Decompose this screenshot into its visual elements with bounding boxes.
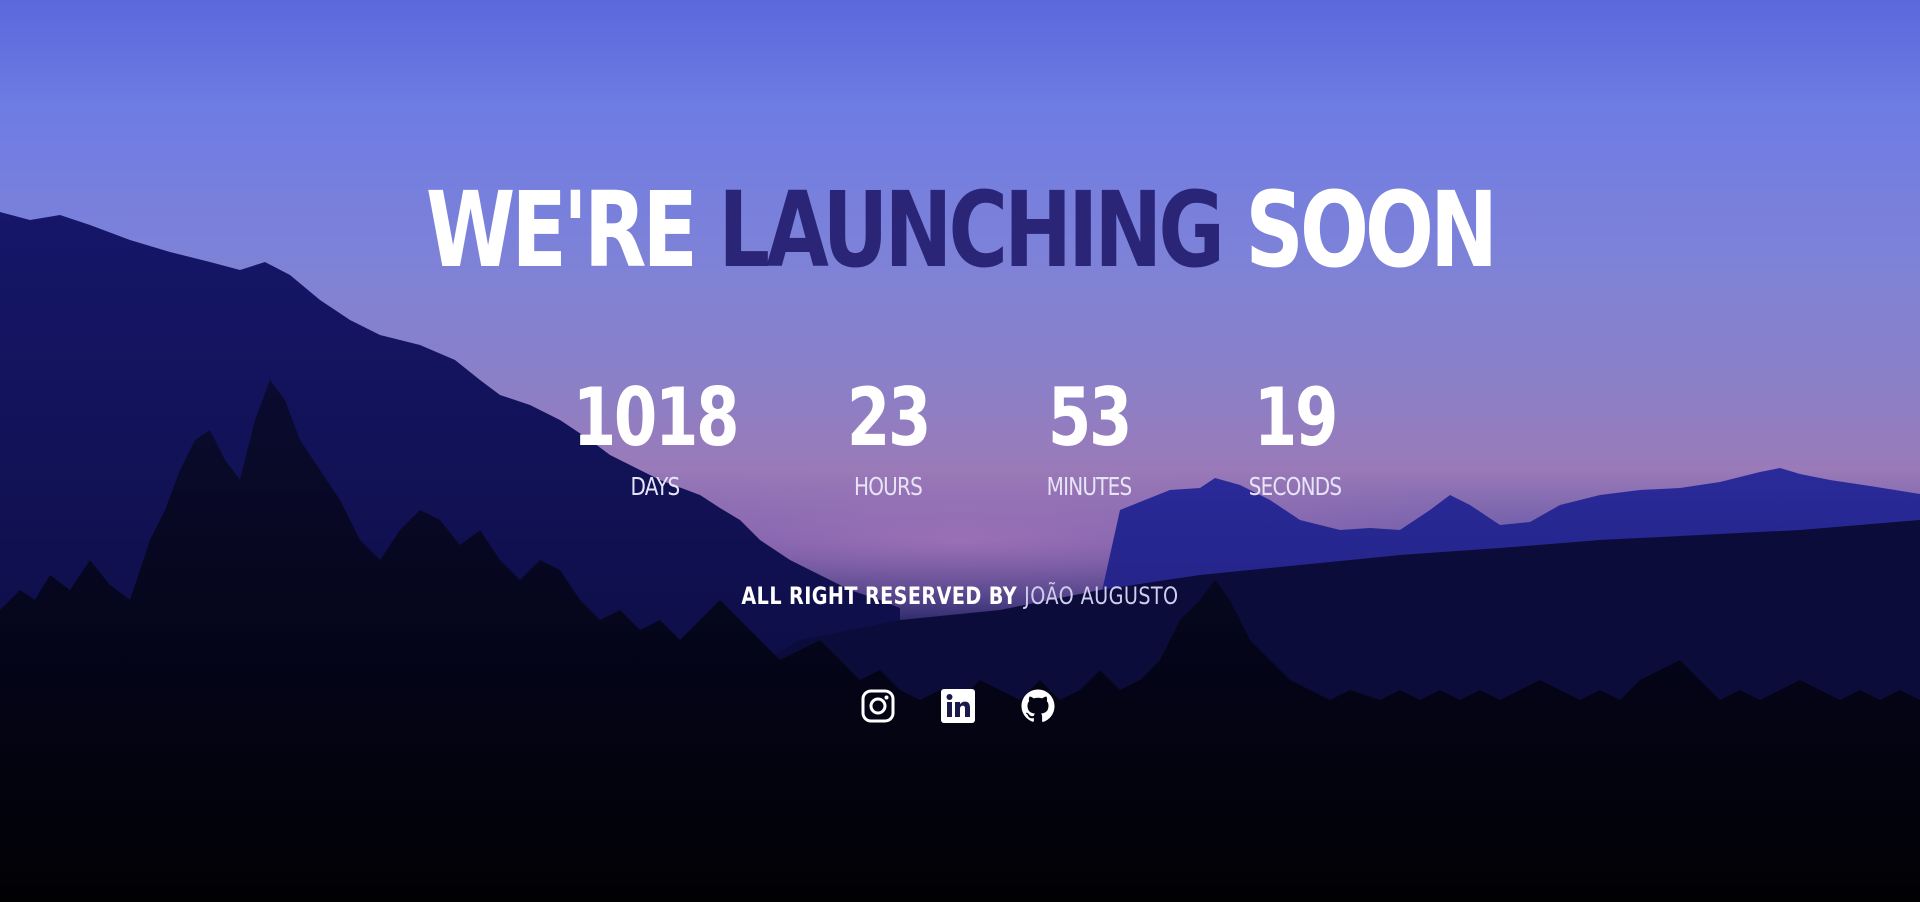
linkedin-icon: [941, 689, 975, 723]
page-title: WE'RE LAUNCHING SOON: [211, 178, 1709, 282]
github-icon: [1021, 689, 1055, 722]
title-accent: LAUNCHING: [718, 169, 1225, 291]
title-part-2: SOON: [1221, 169, 1498, 291]
github-link[interactable]: [1020, 688, 1056, 724]
copyright-prefix: ALL RIGHT RESERVED BY: [741, 582, 1025, 610]
hours-value: 23: [846, 371, 931, 464]
countdown-hours: 23 HOURS: [778, 371, 998, 501]
countdown-days: 1018 DAYS: [545, 371, 765, 501]
minutes-label: MINUTES: [1046, 472, 1133, 501]
minutes-value: 53: [1047, 371, 1132, 464]
linkedin-link[interactable]: [940, 688, 976, 724]
instagram-icon: [861, 689, 895, 723]
days-label: DAYS: [630, 472, 681, 501]
instagram-link[interactable]: [860, 688, 896, 724]
seconds-value: 19: [1253, 371, 1338, 464]
days-value: 1018: [572, 371, 740, 464]
hours-label: HOURS: [853, 472, 923, 501]
countdown-seconds: 19 SECONDS: [1185, 371, 1405, 501]
launch-page: WE'RE LAUNCHING SOON 1018 DAYS 23 HOURS …: [0, 0, 1920, 902]
title-part-1: WE'RE: [425, 169, 719, 291]
social-links: [860, 688, 1056, 724]
copyright-text: ALL RIGHT RESERVED BY JOÃO AUGUSTO: [192, 582, 1728, 610]
author-link[interactable]: JOÃO AUGUSTO: [1024, 582, 1178, 610]
seconds-label: SECONDS: [1248, 472, 1342, 501]
countdown-minutes: 53 MINUTES: [979, 371, 1199, 501]
